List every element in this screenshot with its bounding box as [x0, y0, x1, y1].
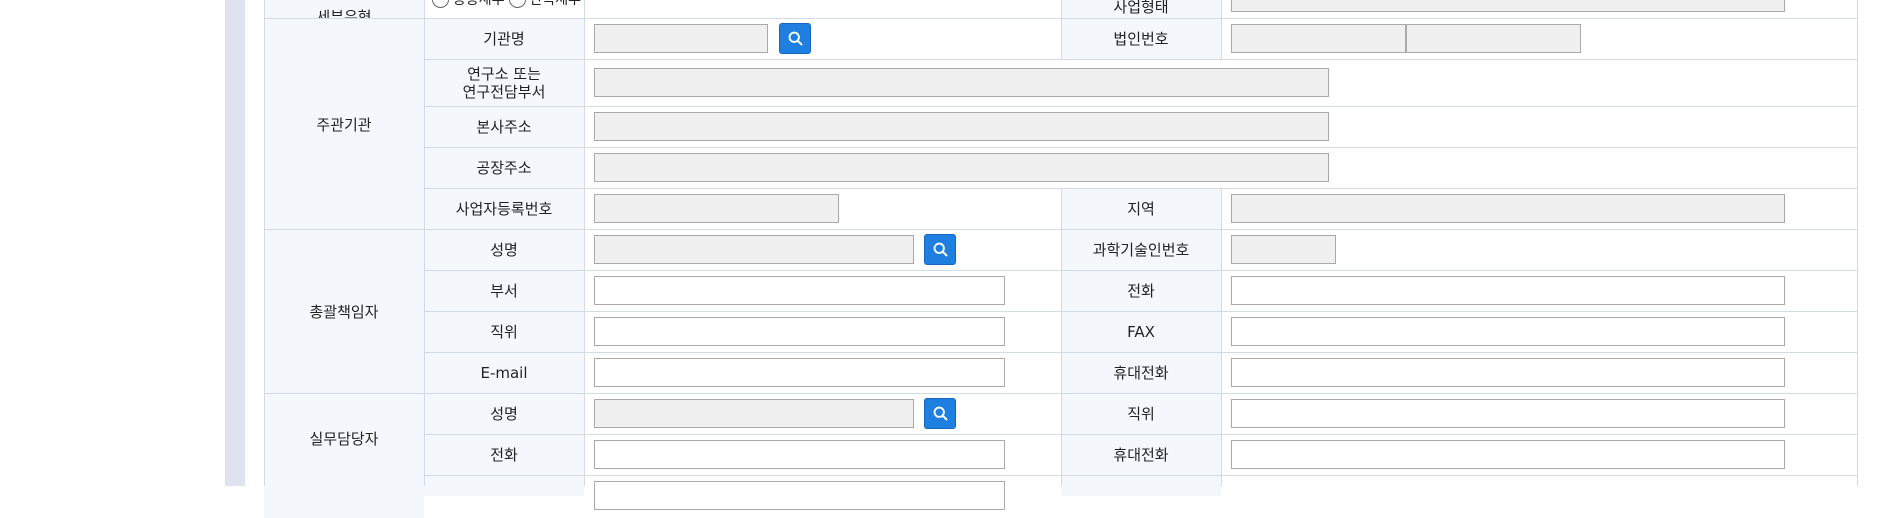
label-subtype: 세부유형: [264, 0, 424, 26]
corp-no-field-1[interactable]: [1231, 24, 1406, 53]
group-organizer: 주관기관: [264, 19, 424, 229]
label-factory-address: 공장주소: [424, 148, 584, 188]
label-head-phone: 전화: [1061, 271, 1221, 311]
grid-line: [424, 106, 1857, 107]
head-mobile-field[interactable]: [1231, 358, 1785, 387]
grid-line: [1061, 0, 1062, 60]
label-head-dept: 부서: [424, 271, 584, 311]
radio-single[interactable]: [508, 0, 526, 8]
head-dept-field[interactable]: [594, 276, 1005, 305]
label-head-fax: FAX: [1061, 312, 1221, 352]
staff-position-field[interactable]: [1231, 399, 1785, 428]
head-phone-field[interactable]: [1231, 276, 1785, 305]
label-sci-no: 과학기술인번호: [1061, 230, 1221, 270]
label-staff-phone: 전화: [424, 435, 584, 475]
label-staff-next: [424, 476, 584, 496]
label-staff-name: 성명: [424, 394, 584, 434]
grid-line: [424, 352, 1857, 353]
label-org-name: 기관명: [424, 19, 584, 59]
grid-line: [424, 311, 1857, 312]
label-lab: 연구소 또는 연구전담부서: [424, 60, 584, 106]
search-icon: [933, 242, 947, 257]
grid-line: [424, 475, 1857, 476]
head-name-field[interactable]: [594, 235, 914, 264]
head-email-field[interactable]: [594, 358, 1005, 387]
label-hq-address: 본사주소: [424, 107, 584, 147]
biz-type-field[interactable]: [1231, 0, 1785, 12]
label-biz-type: 사업형태: [1061, 0, 1221, 18]
head-search-button[interactable]: [924, 234, 956, 265]
lab-field[interactable]: [594, 68, 1329, 97]
search-icon: [933, 406, 947, 421]
biz-reg-no-field[interactable]: [594, 194, 839, 223]
org-search-button[interactable]: [779, 23, 811, 54]
grid-line: [424, 270, 1857, 271]
label-staff-next-right: [1061, 476, 1221, 496]
label-biz-reg-no: 사업자등록번호: [424, 189, 584, 229]
content-frame: [225, 0, 245, 486]
label-corp-no: 법인번호: [1061, 19, 1221, 59]
label-region: 지역: [1061, 189, 1221, 229]
staff-mobile-field[interactable]: [1231, 440, 1785, 469]
label-head-name: 성명: [424, 230, 584, 270]
corp-no-field-2[interactable]: [1406, 24, 1581, 53]
label-staff-position: 직위: [1061, 394, 1221, 434]
label-head-position: 직위: [424, 312, 584, 352]
grid-line: [424, 434, 1857, 435]
grid-line: [424, 59, 1857, 60]
staff-search-button[interactable]: [924, 398, 956, 429]
grid-line: [424, 0, 425, 486]
search-icon: [788, 31, 802, 46]
grid-line: [1221, 0, 1222, 60]
group-staff: 실무담당자: [264, 394, 424, 518]
radio-joint[interactable]: [432, 0, 449, 8]
staff-next-field[interactable]: [594, 481, 1005, 510]
staff-name-field[interactable]: [594, 399, 914, 428]
group-head: 총괄책임자: [264, 230, 424, 393]
label-staff-mobile: 휴대전화: [1061, 435, 1221, 475]
label-head-mobile: 휴대전화: [1061, 353, 1221, 393]
staff-phone-field[interactable]: [594, 440, 1005, 469]
region-field[interactable]: [1231, 194, 1785, 223]
head-position-field[interactable]: [594, 317, 1005, 346]
grid-line: [1061, 188, 1062, 486]
sci-no-field[interactable]: [1231, 235, 1336, 264]
grid-line: [424, 188, 1857, 189]
label-head-email: E-mail: [424, 353, 584, 393]
grid-line: [264, 0, 265, 486]
hq-address-field[interactable]: [594, 112, 1329, 141]
grid-line: [424, 147, 1857, 148]
grid-line: [584, 0, 585, 486]
subtype-radio-group: 공동세부 단독세부: [432, 0, 581, 10]
page-background: [0, 0, 225, 486]
factory-address-field[interactable]: [594, 153, 1329, 182]
radio-single-label: 단독세부: [529, 0, 582, 8]
head-fax-field[interactable]: [1231, 317, 1785, 346]
org-name-field[interactable]: [594, 24, 768, 53]
grid-line: [1857, 0, 1858, 486]
radio-joint-label: 공동세부: [453, 0, 505, 8]
grid-line: [1221, 188, 1222, 486]
